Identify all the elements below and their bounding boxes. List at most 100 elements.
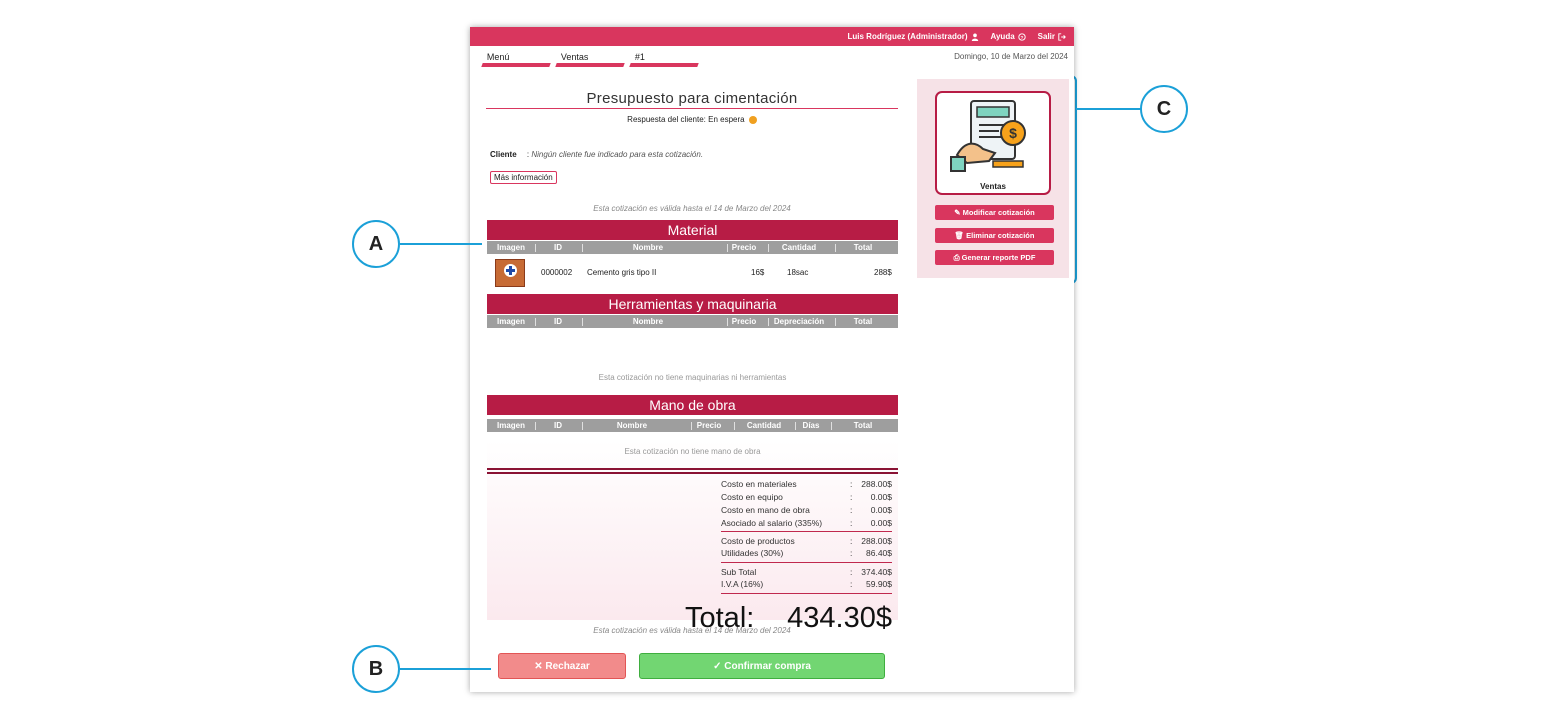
summary-sep: :	[850, 579, 853, 589]
summary-sep: :	[850, 505, 853, 515]
callout-a: A	[352, 220, 400, 268]
summary-value: 0.00$	[870, 492, 892, 502]
col-precio: Precio	[731, 317, 757, 326]
status-dot-icon	[748, 115, 757, 124]
logout-label: Salir	[1037, 32, 1055, 41]
app-window: Luis Rodríguez (Administrador) Ayuda ? S…	[470, 27, 1074, 692]
col-total: Total	[853, 243, 873, 252]
summary-value: 288.00$	[861, 536, 892, 546]
col-id: ID	[554, 421, 562, 430]
col-imagen: Imagen	[496, 421, 525, 430]
summary-label: Costo de productos	[721, 536, 795, 546]
row-id: 0000002	[541, 268, 573, 277]
user-menu[interactable]: Luis Rodríguez (Administrador)	[848, 32, 979, 41]
summary-sep: :	[850, 518, 853, 528]
col-total: Total	[853, 317, 873, 326]
col-precio: Precio	[696, 421, 722, 430]
double-divider	[487, 468, 898, 470]
summary-value: 374.40$	[861, 567, 892, 577]
summary-label: Sub Total	[721, 567, 757, 577]
connector-a	[400, 243, 482, 245]
product-image	[495, 259, 525, 287]
validity-note: Esta cotización es válida hasta el 14 de…	[593, 204, 791, 213]
summary-row: Sub Total:374.40$	[721, 567, 892, 579]
col-id: ID	[554, 317, 562, 326]
client-info: Cliente : Ningún cliente fue indicado pa…	[490, 150, 703, 159]
row-total: 288$	[874, 268, 892, 277]
user-name: Luis Rodríguez (Administrador)	[847, 32, 968, 41]
summary-sep: :	[850, 548, 853, 558]
row-name: Cemento gris tipo II	[587, 268, 657, 277]
summary-label: Costo en materiales	[721, 479, 797, 489]
col-precio: Precio	[731, 243, 757, 252]
breadcrumb-label: #1	[634, 52, 645, 62]
reject-button[interactable]: ✕ Rechazar	[498, 653, 626, 679]
side-panel: $ Ventas ✎ Modificar cotización 🗑 Elimin…	[917, 79, 1069, 278]
title-divider	[486, 108, 898, 109]
sales-quote-icon: $	[950, 100, 1026, 172]
logout-icon	[1058, 32, 1066, 41]
client-label: Cliente	[490, 150, 517, 159]
table-row[interactable]: 0000002 Cemento gris tipo II 16$ 18sac 2…	[487, 256, 898, 288]
logout-link[interactable]: Salir	[1038, 32, 1066, 41]
tools-empty-message: Esta cotización no tiene maquinarias ni …	[598, 373, 787, 382]
summary-row: Costo en mano de obra: 0.00$	[721, 505, 892, 517]
summary-row: I.V.A (16%): 59.90$	[721, 579, 892, 591]
callout-b: B	[352, 645, 400, 693]
callout-c: C	[1140, 85, 1188, 133]
col-nombre: Nombre	[616, 421, 648, 430]
svg-text:$: $	[1009, 125, 1017, 141]
summary-row: Asociado al salario (335%): 0.00$	[721, 518, 892, 530]
sales-card-label: Ventas	[980, 182, 1006, 191]
summary-label: Utilidades (30%)	[721, 548, 784, 558]
material-table-header: Imagen ID Nombre Precio Cantidad Total	[487, 241, 898, 254]
summary-sep: :	[850, 536, 853, 546]
summary-value: 0.00$	[870, 518, 892, 528]
top-bar: Luis Rodríguez (Administrador) Ayuda ? S…	[470, 27, 1074, 46]
col-imagen: Imagen	[496, 317, 525, 326]
summary-label: Asociado al salario (335%)	[721, 518, 823, 528]
summary-row: Costo de productos:288.00$	[721, 536, 892, 548]
row-price: 16$	[751, 268, 765, 277]
labor-section-title: Mano de obra	[487, 395, 898, 415]
summary-label: Costo en equipo	[721, 492, 783, 502]
summary-label: Costo en mano de obra	[721, 505, 810, 515]
response-label: Respuesta del cliente: En espera	[627, 115, 745, 124]
client-response-status: Respuesta del cliente: En espera	[486, 115, 898, 124]
cement-bag-icon	[504, 264, 517, 277]
breadcrumb: Menú Ventas #1	[481, 52, 703, 67]
col-cantidad: Cantidad	[781, 243, 817, 252]
confirm-purchase-button[interactable]: ✓ Confirmar compra	[639, 653, 885, 679]
labor-empty-message: Esta cotización no tiene mano de obra	[624, 447, 761, 456]
more-info-button[interactable]: Más información	[490, 171, 557, 184]
breadcrumb-label: Ventas	[560, 52, 589, 62]
tools-section-title: Herramientas y maquinaria	[487, 294, 898, 314]
connector-b	[400, 668, 491, 670]
summary-value: 59.90$	[866, 579, 892, 589]
summary-sep: :	[850, 492, 853, 502]
breadcrumb-current[interactable]: #1	[629, 52, 703, 67]
breadcrumb-menu[interactable]: Menú	[481, 52, 555, 67]
breadcrumb-label: Menú	[486, 52, 510, 62]
help-icon: ?	[1017, 32, 1026, 41]
current-date: Domingo, 10 de Marzo del 2024	[954, 52, 1068, 61]
breadcrumb-sales[interactable]: Ventas	[555, 52, 629, 67]
modify-quote-button[interactable]: ✎ Modificar cotización	[935, 205, 1054, 220]
help-link[interactable]: Ayuda ?	[991, 32, 1026, 41]
summary-divider	[721, 593, 892, 594]
col-imagen: Imagen	[496, 243, 525, 252]
summary-row: Costo en materiales:288.00$	[721, 479, 892, 491]
summary-sep: :	[850, 479, 853, 489]
generate-pdf-button[interactable]: ⎙ Generar reporte PDF	[935, 250, 1054, 265]
delete-quote-button[interactable]: 🗑 Eliminar cotización	[935, 228, 1054, 243]
labor-table-header: Imagen ID Nombre Precio Cantidad Días To…	[487, 419, 898, 432]
svg-text:?: ?	[1020, 35, 1023, 41]
summary-row: Costo en equipo: 0.00$	[721, 492, 892, 504]
col-nombre: Nombre	[632, 317, 664, 326]
help-label: Ayuda	[990, 32, 1015, 41]
client-value: Ningún cliente fue indicado para esta co…	[531, 150, 704, 159]
sales-card[interactable]: $ Ventas	[935, 91, 1051, 195]
summary-row: Utilidades (30%): 86.40$	[721, 548, 892, 560]
quote-detail: Material Imagen ID Nombre Precio Cantida…	[487, 220, 898, 634]
summary-value: 86.40$	[866, 548, 892, 558]
